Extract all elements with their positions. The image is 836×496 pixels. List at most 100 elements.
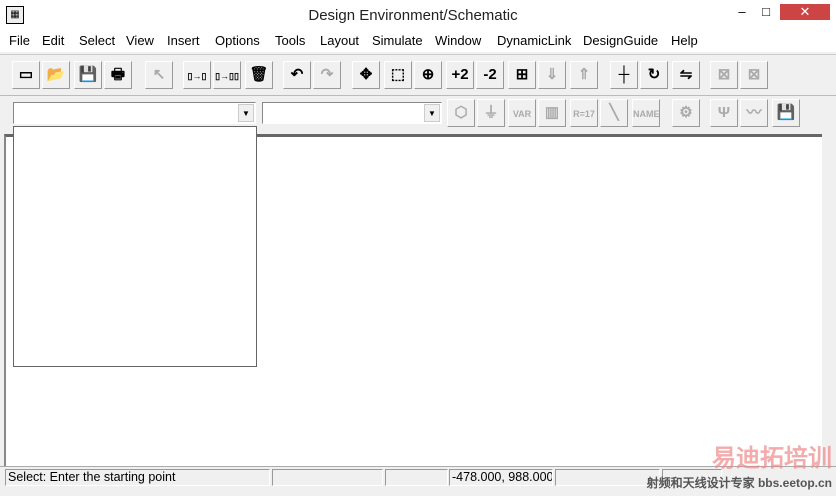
copy-icon: ▯→▯ xyxy=(187,71,207,81)
menu-insert[interactable]: Insert xyxy=(167,33,200,48)
minimize-button[interactable]: – xyxy=(732,4,752,20)
zoom-area-icon: ⬚ xyxy=(390,66,406,83)
component-combo[interactable]: ▼ xyxy=(262,102,442,124)
mirror-button[interactable]: ⇋ xyxy=(672,61,700,89)
gear-icon: ⚙ xyxy=(679,104,693,121)
equation-button[interactable]: R=17 xyxy=(570,99,598,127)
ground-button[interactable]: ⏚ xyxy=(477,99,505,127)
status-pane xyxy=(555,469,660,486)
tuning-icon: Ψ xyxy=(717,104,731,121)
status-coordinates: -478.000, 988.000 xyxy=(449,469,553,486)
library-icon: ▥ xyxy=(544,104,560,121)
pop-out-icon: ⇑ xyxy=(577,66,591,83)
move-icon: ✥ xyxy=(359,66,373,83)
status-pane xyxy=(272,469,383,486)
zoom-in-2x-button[interactable]: +2 xyxy=(446,61,474,89)
zoom-in-icon: ⊕ xyxy=(421,66,435,83)
push-into-button[interactable]: ⇓ xyxy=(538,61,566,89)
status-message: Select: Enter the starting point xyxy=(5,469,270,486)
chevron-down-icon[interactable]: ▼ xyxy=(238,104,254,122)
undo-icon: ↶ xyxy=(290,66,304,83)
status-pane xyxy=(385,469,448,486)
open-folder-button[interactable]: 📂 xyxy=(42,61,70,89)
gear-button[interactable]: ⚙ xyxy=(672,99,700,127)
rotate-icon: ↻ xyxy=(647,66,661,83)
push-into-icon: ⇓ xyxy=(545,66,559,83)
menu-bar: File Edit Select View Insert Options Tools Layo… xyxy=(0,32,836,52)
menu-simulate[interactable]: Simulate xyxy=(372,33,423,48)
view-all-button[interactable]: ⊞ xyxy=(508,61,536,89)
multi-copy-icon: ▯→▯▯ xyxy=(215,71,239,81)
library-button[interactable]: ▥ xyxy=(538,99,566,127)
zoom-out-2x-icon: -2 xyxy=(483,66,497,83)
save-icon: 💾 xyxy=(78,66,98,83)
delete-trash-button[interactable]: 🗑 xyxy=(245,61,273,89)
watermark: 易迪拓培训 xyxy=(712,445,832,472)
var-icon: VAR xyxy=(512,109,532,119)
menu-view[interactable]: View xyxy=(126,33,154,48)
menu-edit[interactable]: Edit xyxy=(42,33,64,48)
redo-icon: ↷ xyxy=(320,66,334,83)
save-data-button[interactable]: 💾 xyxy=(772,99,800,127)
undo-button[interactable]: ↶ xyxy=(283,61,311,89)
menu-select[interactable]: Select xyxy=(79,33,115,48)
save-data-icon: 💾 xyxy=(776,104,796,121)
zoom-in-2x-icon: +2 xyxy=(451,66,469,83)
save-button[interactable]: 💾 xyxy=(74,61,102,89)
zoom-area-button[interactable]: ⬚ xyxy=(384,61,412,89)
component-a-button[interactable]: ⊠ xyxy=(710,61,738,89)
port-button[interactable]: ⬡ xyxy=(447,99,475,127)
close-button[interactable]: ✕ xyxy=(780,4,830,20)
menu-help[interactable]: Help xyxy=(671,33,698,48)
move-button[interactable]: ✥ xyxy=(352,61,380,89)
watermark-subtitle: 射频和天线设计专家 bbs.eetop.cn xyxy=(646,476,832,490)
component-library-combo[interactable]: ▼ xyxy=(13,102,256,124)
wire-button[interactable]: ┼ xyxy=(610,61,638,89)
rotate-button[interactable]: ↻ xyxy=(640,61,668,89)
component-library-dropdown-list[interactable] xyxy=(13,126,257,367)
menu-layout[interactable]: Layout xyxy=(320,33,359,48)
copy-button[interactable]: ▯→▯ xyxy=(183,61,211,89)
print-button[interactable]: 🖶 xyxy=(104,61,132,89)
maximize-button[interactable]: □ xyxy=(756,4,776,20)
component-a-icon: ⊠ xyxy=(717,66,731,83)
name-icon: NAME xyxy=(633,109,660,119)
mirror-icon: ⇋ xyxy=(679,66,693,83)
window-title: Design Environment/Schematic xyxy=(308,7,518,24)
line-button[interactable]: ╲ xyxy=(600,99,628,127)
zoom-in-button[interactable]: ⊕ xyxy=(414,61,442,89)
waveform-icon: 〰 xyxy=(746,104,762,121)
select-pointer-button[interactable]: ↖ xyxy=(145,61,173,89)
port-icon: ⬡ xyxy=(454,104,468,121)
menu-options[interactable]: Options xyxy=(215,33,260,48)
chevron-down-icon[interactable]: ▼ xyxy=(424,104,440,122)
ground-icon: ⏚ xyxy=(483,104,499,121)
menu-tools[interactable]: Tools xyxy=(275,33,305,48)
line-icon: ╲ xyxy=(609,104,619,121)
menu-window[interactable]: Window xyxy=(435,33,481,48)
title-bar: ▦ Design Environment/Schematic – □ ✕ xyxy=(0,0,836,32)
new-button[interactable]: ▭ xyxy=(12,61,40,89)
menu-file[interactable]: File xyxy=(9,33,30,48)
view-all-icon: ⊞ xyxy=(515,66,529,83)
main-toolbar: ▭ 📂 💾 🖶 ↖ ▯→▯ ▯→▯▯ 🗑 ↶ ↷ ✥ ⬚ ⊕ +2 -2 ⊞ ⇓ ⇑ ┼ ↻ ⇋ ⊠ ⊠ xyxy=(0,54,836,96)
var-button[interactable]: VAR xyxy=(508,99,536,127)
new-icon: ▭ xyxy=(18,66,34,83)
pop-out-button[interactable]: ⇑ xyxy=(570,61,598,89)
wire-icon: ┼ xyxy=(618,66,630,83)
menu-dynamiclink[interactable]: DynamicLink xyxy=(497,33,571,48)
waveform-button[interactable]: 〰 xyxy=(740,99,768,127)
tuning-button[interactable]: Ψ xyxy=(710,99,738,127)
name-button[interactable]: NAME xyxy=(632,99,660,127)
open-folder-icon: 📂 xyxy=(46,66,66,83)
component-b-button[interactable]: ⊠ xyxy=(740,61,768,89)
redo-button[interactable]: ↷ xyxy=(313,61,341,89)
multi-copy-button[interactable]: ▯→▯▯ xyxy=(213,61,241,89)
zoom-out-2x-button[interactable]: -2 xyxy=(476,61,504,89)
equation-icon: R=17 xyxy=(573,109,595,119)
menu-designguide[interactable]: DesignGuide xyxy=(583,33,658,48)
delete-trash-icon: 🗑 xyxy=(249,66,269,83)
select-pointer-icon: ↖ xyxy=(152,66,166,83)
print-icon: 🖶 xyxy=(110,66,126,83)
component-b-icon: ⊠ xyxy=(747,66,761,83)
